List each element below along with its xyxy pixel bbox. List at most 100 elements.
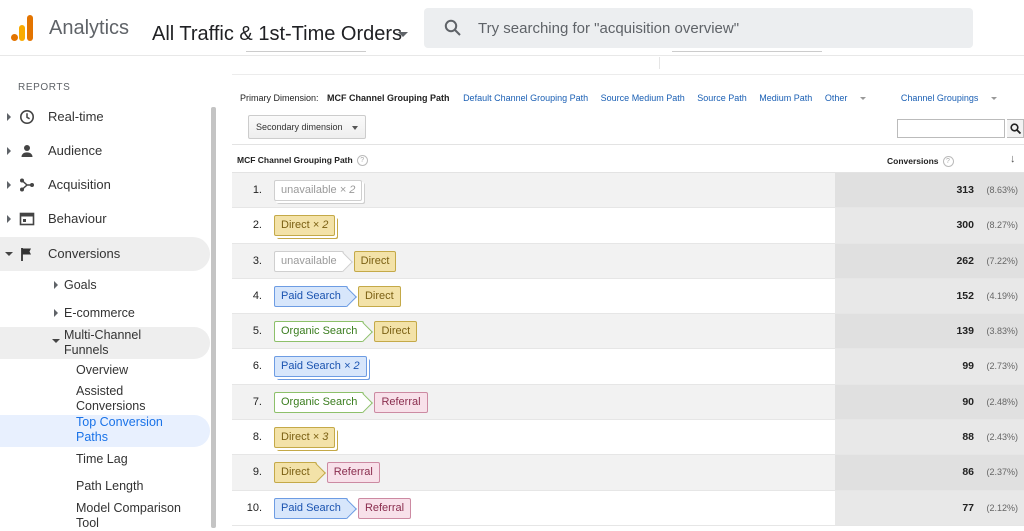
conversions-value: 88 bbox=[962, 431, 974, 444]
column-header-path-label: MCF Channel Grouping Path bbox=[237, 155, 353, 165]
conversions-percent: (8.63%) bbox=[986, 185, 1018, 195]
sidebar-item-path-length[interactable]: Path Length bbox=[0, 478, 210, 496]
channel-chip-label: Direct bbox=[281, 431, 310, 444]
conversions-percent: (2.43%) bbox=[986, 432, 1018, 443]
conversions-percent: (2.12%) bbox=[986, 502, 1018, 513]
dimension-source-medium-path[interactable]: Source Medium Path bbox=[601, 93, 685, 103]
channel-chip-multiplier: × 3 bbox=[312, 431, 329, 444]
column-header-conversions[interactable]: Conversions? bbox=[887, 156, 954, 168]
sidebar-item-label: Behaviour bbox=[48, 211, 107, 226]
chevron-right-icon bbox=[54, 281, 58, 289]
channel-chip-label: Organic Search bbox=[281, 395, 358, 408]
top-header: Analytics All Traffic & 1st-Time Orders bbox=[0, 0, 1024, 56]
dimension-other-dropdown[interactable]: Other bbox=[825, 93, 877, 103]
search-icon bbox=[444, 19, 462, 37]
dimension-medium-path[interactable]: Medium Path bbox=[759, 93, 812, 103]
view-selector[interactable]: All Traffic & 1st-Time Orders bbox=[152, 23, 402, 46]
sidebar-item-top-conversion-paths[interactable]: Top Conversion Paths bbox=[0, 415, 210, 447]
conversion-path: Direct × 2 bbox=[274, 215, 345, 237]
channel-chip-multiplier: × 2 bbox=[339, 184, 356, 196]
chevron-right-icon bbox=[54, 309, 58, 317]
channel-chip-direct: Direct × 3 bbox=[274, 427, 336, 449]
chevron-right-icon bbox=[7, 147, 11, 155]
help-icon[interactable]: ? bbox=[942, 156, 954, 168]
analytics-logo-icon[interactable] bbox=[11, 15, 33, 41]
conversion-path: Organic Search Referral bbox=[274, 391, 438, 414]
conversions-cell: 77 (2.12%) bbox=[835, 490, 1024, 525]
conversions-cell: 86 (2.37%) bbox=[835, 455, 1024, 490]
conversions-percent: (3.83%) bbox=[986, 326, 1018, 337]
primary-dimension-bar: Primary Dimension: MCF Channel Grouping … bbox=[240, 93, 1017, 103]
sidebar: REPORTS Real-time Audience Acquisition B… bbox=[0, 57, 218, 530]
channel-chip-label: Referral bbox=[364, 501, 405, 514]
channel-chip-label: unavailable bbox=[281, 254, 337, 267]
sidebar-item-model-comparison-tool[interactable]: Model Comparison Tool bbox=[0, 500, 210, 530]
channel-chip-direct: Direct bbox=[357, 285, 401, 307]
conversions-percent: (2.37%) bbox=[986, 467, 1018, 478]
channel-chip-multiplier: × 2 bbox=[344, 360, 360, 373]
row-index: 1. bbox=[252, 184, 262, 196]
conversion-path: Paid Search Direct bbox=[274, 285, 411, 308]
table-row: 6. Paid Search × 2 99 (2.73%) bbox=[232, 349, 1024, 385]
channel-chip-label: Referral bbox=[333, 466, 373, 479]
sidebar-item-goals[interactable]: Goals bbox=[0, 275, 210, 295]
search-input[interactable] bbox=[478, 8, 958, 48]
sidebar-item-realtime[interactable]: Real-time bbox=[0, 100, 210, 134]
sidebar-item-label: Acquisition bbox=[48, 177, 111, 192]
search-bar[interactable] bbox=[424, 8, 973, 48]
view-caret-icon[interactable] bbox=[398, 32, 408, 37]
channel-chip-label: unavailable bbox=[281, 184, 337, 196]
sidebar-item-assisted-conversions[interactable]: Assisted Conversions bbox=[0, 384, 210, 416]
table-row: 7. Organic Search Referral 90 (2.48%) bbox=[232, 384, 1024, 421]
sidebar-item-label: Real-time bbox=[48, 109, 104, 124]
sidebar-item-conversions[interactable]: Conversions bbox=[0, 237, 210, 271]
clock-icon bbox=[19, 109, 35, 125]
row-index: 10. bbox=[246, 501, 262, 514]
table-row: 5. Organic Search Direct 139 (3.83%) bbox=[232, 314, 1024, 350]
table-row: 9. Direct Referral 86 (2.37%) bbox=[232, 455, 1024, 491]
conversions-cell: 88 (2.43%) bbox=[835, 420, 1024, 455]
row-index: 8. bbox=[252, 431, 262, 444]
conversion-path: Direct × 3 bbox=[274, 427, 345, 449]
dimension-default-channel-grouping-path[interactable]: Default Channel Grouping Path bbox=[463, 93, 588, 103]
channel-chip-organic: Organic Search bbox=[274, 391, 365, 413]
secondary-dimension-button[interactable]: Secondary dimension bbox=[248, 115, 366, 139]
caret-down-icon bbox=[991, 97, 998, 101]
row-index: 6. bbox=[252, 360, 262, 373]
conversions-cell: 262 (7.22%) bbox=[835, 243, 1024, 278]
channel-chip-direct: Direct bbox=[274, 462, 317, 484]
sidebar-item-acquisition[interactable]: Acquisition bbox=[0, 168, 210, 202]
sidebar-item-overview[interactable]: Overview bbox=[0, 361, 210, 379]
conversions-value: 86 bbox=[962, 466, 974, 479]
sidebar-item-multi-channel-funnels[interactable]: Multi-Channel Funnels bbox=[0, 327, 210, 359]
conversions-cell: 152 (4.19%) bbox=[835, 278, 1024, 314]
chevron-right-icon bbox=[7, 181, 11, 189]
sidebar-item-time-lag[interactable]: Time Lag bbox=[0, 451, 210, 469]
sort-descending-icon[interactable]: ↓ bbox=[1010, 153, 1016, 165]
channel-chip-label: Paid Search bbox=[281, 501, 341, 514]
search-icon[interactable] bbox=[1007, 119, 1024, 138]
conversions-percent: (7.22%) bbox=[986, 255, 1018, 266]
column-header-path[interactable]: MCF Channel Grouping Path? bbox=[237, 155, 368, 167]
behaviour-icon bbox=[19, 211, 35, 227]
sidebar-scrollbar[interactable] bbox=[211, 107, 216, 528]
row-index: 7. bbox=[252, 395, 262, 408]
row-index: 4. bbox=[252, 289, 262, 302]
row-index: 5. bbox=[252, 325, 262, 338]
table-filter-input[interactable] bbox=[897, 119, 1005, 138]
conversion-path: Paid Search × 2 bbox=[274, 356, 377, 378]
conversions-value: 300 bbox=[956, 219, 974, 232]
sidebar-subitem-label: Overview bbox=[76, 363, 129, 377]
dimension-source-path[interactable]: Source Path bbox=[697, 93, 747, 103]
sidebar-item-audience[interactable]: Audience bbox=[0, 134, 210, 168]
conversion-path: Paid Search Referral bbox=[274, 497, 421, 520]
channel-chip-direct: Direct bbox=[374, 321, 418, 343]
conversions-percent: (2.48%) bbox=[986, 396, 1018, 407]
help-icon[interactable]: ? bbox=[356, 155, 368, 167]
channel-groupings-dropdown[interactable]: Channel Groupings bbox=[901, 93, 1008, 103]
row-index: 2. bbox=[252, 219, 262, 232]
sidebar-item-ecommerce[interactable]: E-commerce bbox=[0, 303, 210, 323]
sidebar-item-behaviour[interactable]: Behaviour bbox=[0, 202, 210, 236]
conversions-cell: 300 (8.27%) bbox=[835, 208, 1024, 243]
reports-section-label: REPORTS bbox=[18, 82, 71, 93]
